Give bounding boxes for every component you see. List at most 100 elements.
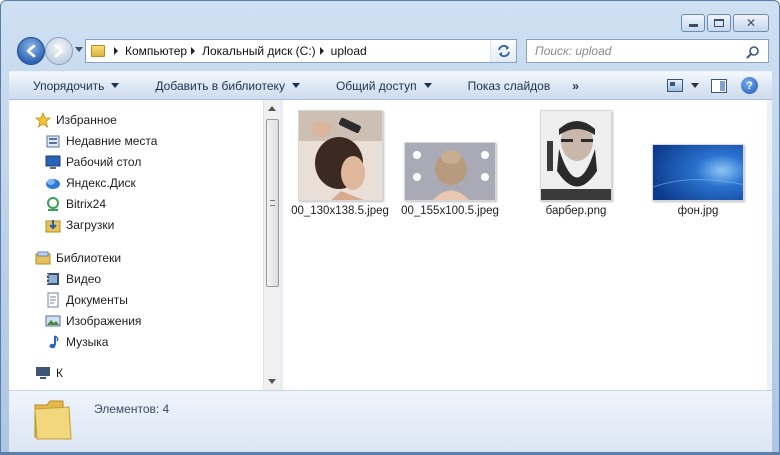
- content-right-border: [767, 100, 772, 390]
- libraries-header[interactable]: Библиотеки: [35, 247, 279, 268]
- breadcrumb-separator-icon[interactable]: [191, 47, 196, 55]
- navigation-scrollbar[interactable]: [263, 100, 280, 390]
- sidebar-item-recent-places[interactable]: Недавние места: [35, 130, 279, 151]
- pictures-icon: [45, 313, 61, 329]
- sidebar-item-video[interactable]: Видео: [35, 268, 279, 289]
- maximize-button[interactable]: [707, 14, 731, 32]
- file-name: фон.jpg: [677, 205, 719, 217]
- refresh-button[interactable]: [491, 39, 517, 63]
- refresh-icon: [497, 45, 510, 57]
- libraries-label: Библиотеки: [56, 250, 122, 265]
- share-label: Общий доступ: [335, 78, 417, 93]
- folder-icon: [34, 400, 72, 440]
- caption-buttons: ✕: [679, 14, 769, 32]
- slideshow-label: Показ слайдов: [467, 78, 551, 93]
- file-item[interactable]: фон.jpg: [643, 144, 753, 217]
- sidebar-item-label: Изображения: [66, 313, 142, 328]
- command-bar: Упорядочить Добавить в библиотеку Общий …: [9, 71, 772, 100]
- file-name: 00_155x100.5.jpeg: [401, 205, 499, 217]
- add-to-library-menu[interactable]: Добавить в библиотеку: [131, 72, 312, 99]
- chevron-down-icon: [291, 83, 300, 88]
- minimize-icon: [688, 24, 698, 27]
- favorites-group: Избранное Недавние места Рабочий стол Ян…: [9, 109, 279, 235]
- sidebar-item-label: Яндекс.Диск: [66, 175, 136, 190]
- sidebar-item-downloads[interactable]: Загрузки: [35, 214, 279, 235]
- sidebar-item-pictures[interactable]: Изображения: [35, 310, 279, 331]
- search-box[interactable]: [526, 39, 769, 63]
- documents-icon: [45, 292, 61, 308]
- chevron-down-icon: [423, 83, 432, 88]
- sidebar-item-label: Рабочий стол: [66, 154, 142, 169]
- view-options-dropdown[interactable]: [691, 83, 699, 88]
- slideshow-button[interactable]: Показ слайдов: [444, 72, 563, 99]
- recent-pages-dropdown[interactable]: [75, 47, 83, 52]
- file-item[interactable]: барбер.png: [521, 110, 631, 217]
- organize-label: Упорядочить: [33, 78, 105, 93]
- back-button[interactable]: [17, 37, 45, 65]
- sidebar-item-desktop[interactable]: Рабочий стол: [35, 151, 279, 172]
- file-item[interactable]: 00_130x138.5.jpeg: [285, 110, 395, 217]
- sidebar-item-music[interactable]: Музыка: [35, 331, 279, 352]
- libraries-icon: [35, 250, 51, 266]
- scroll-up-arrow-icon[interactable]: [268, 106, 276, 111]
- search-input[interactable]: [535, 44, 745, 58]
- sidebar-item-label: Музыка: [66, 334, 109, 349]
- address-bar[interactable]: Компьютер Локальный диск (C:) upload: [85, 39, 517, 63]
- share-menu[interactable]: Общий доступ: [312, 72, 444, 99]
- star-icon: [35, 111, 51, 128]
- file-list: 00_130x138.5.jpeg 00_155x100.5.jpeg барб…: [283, 100, 767, 390]
- add-to-library-label: Добавить в библиотеку: [155, 78, 285, 93]
- sidebar-item-label: Документы: [66, 292, 128, 307]
- navigation-pane: Избранное Недавние места Рабочий стол Ян…: [9, 100, 279, 390]
- hair-styling-photo: [297, 110, 383, 201]
- breadcrumb-separator-icon[interactable]: [114, 47, 118, 55]
- file-name: 00_130x138.5.jpeg: [291, 205, 389, 217]
- search-icon[interactable]: [746, 45, 760, 59]
- help-icon[interactable]: ?: [741, 77, 758, 94]
- recent-places-icon: [45, 133, 61, 149]
- sidebar-item-documents[interactable]: Документы: [35, 289, 279, 310]
- hairstyle-back-photo: [404, 142, 496, 201]
- maximize-icon: [714, 19, 724, 27]
- favorites-label: Избранное: [56, 112, 117, 127]
- close-button[interactable]: ✕: [733, 14, 769, 32]
- yandex-disk-icon: [45, 175, 61, 191]
- explorer-window: ✕ Компьютер Локальный диск (C:) upload П…: [0, 0, 780, 455]
- breadcrumb-separator-icon[interactable]: [319, 47, 324, 55]
- forward-arrow-icon: [54, 44, 64, 58]
- blue-wallpaper: [652, 144, 744, 201]
- breadcrumb-local-disk[interactable]: Локальный диск (C:): [202, 44, 316, 58]
- libraries-group: Библиотеки Видео Документы Изображения М…: [9, 247, 279, 352]
- sidebar-item-label: Bitrix24: [66, 196, 107, 211]
- computer-group: К: [9, 362, 279, 383]
- items-count: Элементов: 4: [94, 402, 170, 416]
- preview-pane-icon[interactable]: [711, 78, 727, 93]
- computer-header[interactable]: К: [35, 362, 279, 383]
- more-commands-button[interactable]: »: [562, 79, 588, 93]
- sidebar-item-label: Недавние места: [66, 133, 158, 148]
- file-name: барбер.png: [545, 205, 607, 217]
- grip-icon: [270, 200, 275, 206]
- close-icon: ✕: [745, 16, 757, 30]
- downloads-icon: [45, 217, 61, 233]
- file-item[interactable]: 00_155x100.5.jpeg: [395, 142, 505, 217]
- sidebar-item-yandex-disk[interactable]: Яндекс.Диск: [35, 172, 279, 193]
- desktop-icon: [45, 154, 61, 170]
- bearded-man-photo: [540, 110, 612, 201]
- breadcrumb-computer[interactable]: Компьютер: [125, 44, 187, 58]
- organize-menu[interactable]: Упорядочить: [9, 72, 131, 99]
- breadcrumb-upload[interactable]: upload: [331, 44, 367, 58]
- minimize-button[interactable]: [681, 14, 705, 32]
- forward-button[interactable]: [45, 37, 73, 65]
- sidebar-item-label: Загрузки: [66, 217, 115, 232]
- navigation-bar: Компьютер Локальный диск (C:) upload: [15, 37, 769, 65]
- scroll-down-arrow-icon[interactable]: [268, 379, 276, 384]
- sidebar-item-bitrix24[interactable]: Bitrix24: [35, 193, 279, 214]
- change-view-icon[interactable]: [667, 79, 683, 92]
- favorites-header[interactable]: Избранное: [35, 109, 279, 130]
- computer-icon: [35, 365, 51, 381]
- sidebar-item-label: Видео: [66, 271, 102, 286]
- bitrix24-icon: [45, 196, 61, 212]
- scroll-thumb[interactable]: [266, 119, 279, 287]
- video-icon: [45, 271, 61, 287]
